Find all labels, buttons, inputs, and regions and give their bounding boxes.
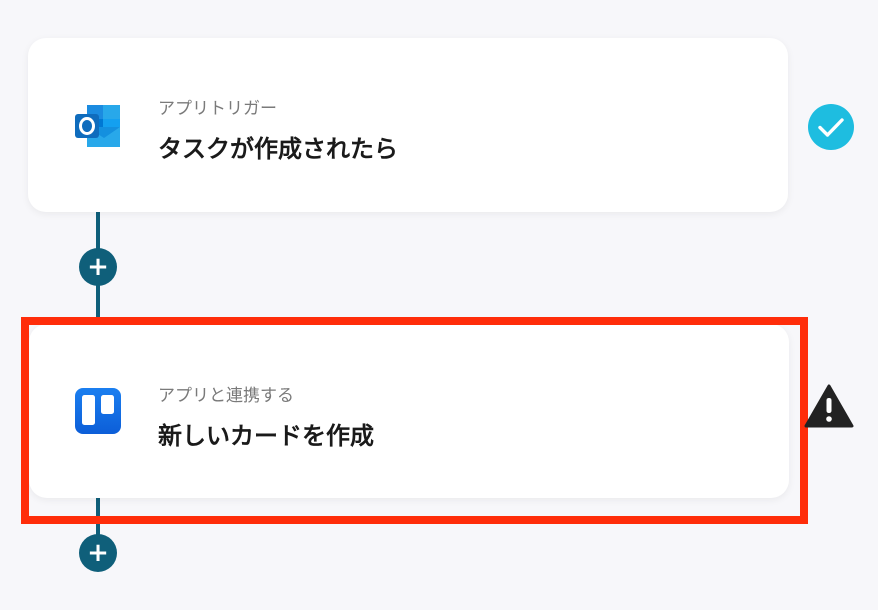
step-title: タスクが作成されたら [158, 135, 398, 163]
warning-triangle-icon [804, 383, 854, 429]
step-type-label: アプリトリガー [158, 99, 277, 119]
step-card-action[interactable] [29, 324, 789, 498]
add-step-button[interactable]: + [79, 534, 117, 572]
add-step-button[interactable]: + [79, 248, 117, 286]
step-card-trigger[interactable] [28, 38, 788, 212]
step-title: 新しいカードを作成 [158, 422, 374, 450]
step-type-label: アプリと連携する [158, 386, 294, 406]
trello-icon [73, 386, 123, 436]
outlook-icon [73, 101, 123, 151]
check-circle-icon [807, 103, 855, 151]
